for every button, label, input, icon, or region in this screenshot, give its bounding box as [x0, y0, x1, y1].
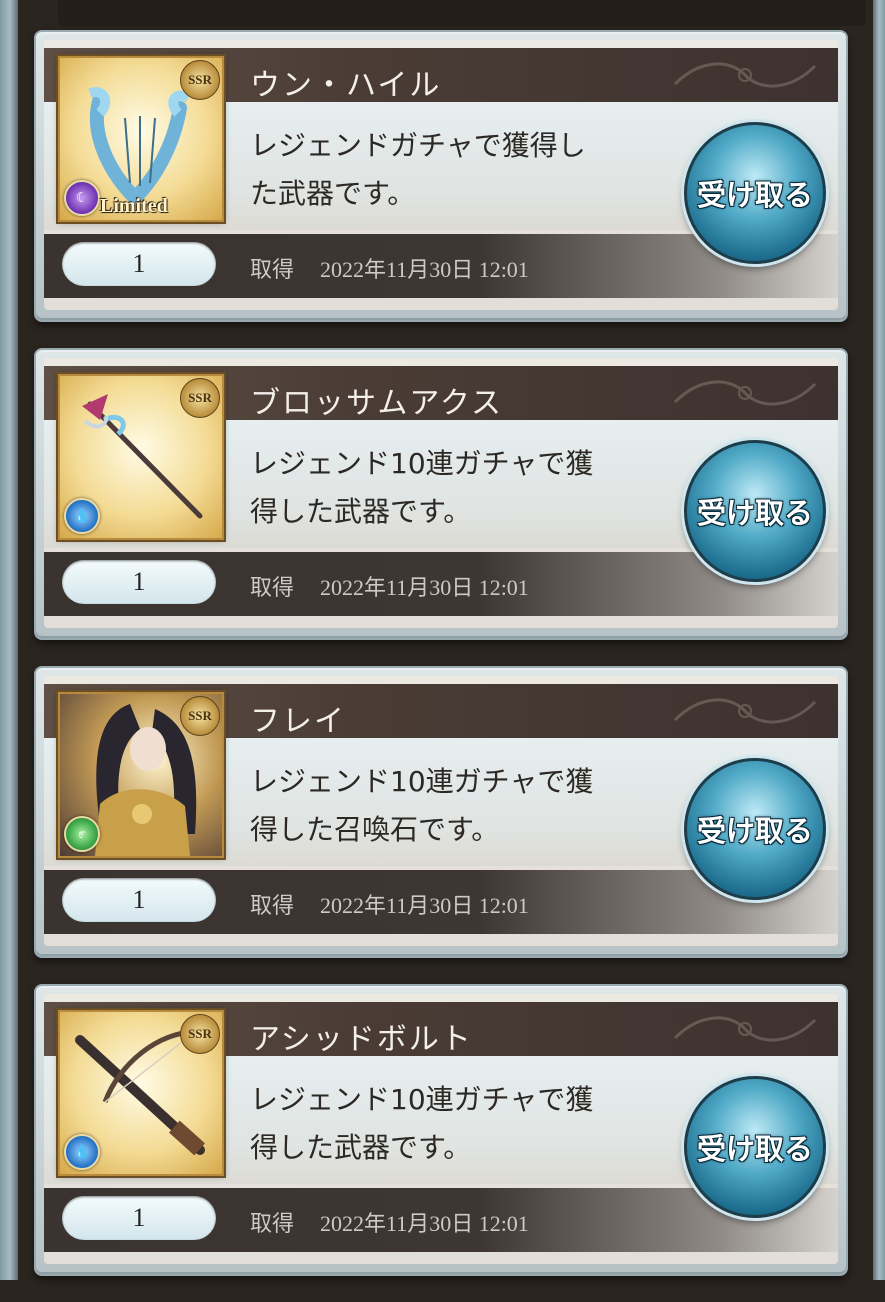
item-thumbnail: SSR ☾ Limited [58, 56, 224, 222]
item-description: レジェンド10連ガチャで獲 得した武器です。 [250, 440, 660, 536]
item-name: ブロッサムアクス [250, 386, 503, 421]
description-line-2: た武器です。 [250, 177, 416, 210]
ornament-icon [673, 698, 817, 724]
present-item-body: SSR ☾ Limited ウン・ハイル レジェンドガチャで獲得し た武器です。… [44, 40, 838, 310]
ssr-rarity-badge: SSR [180, 1014, 220, 1054]
present-list: SSR ☾ Limited ウン・ハイル レジェンドガチャで獲得し た武器です。… [34, 30, 850, 1302]
acquired-label: 取得 [250, 894, 295, 919]
ornament-icon [673, 380, 817, 406]
dark-element-icon: ☾ [64, 180, 100, 216]
acquired-label: 取得 [250, 258, 295, 283]
water-element-icon: 💧 [64, 1134, 100, 1170]
description-line-1: レジェンド10連ガチャで獲 [250, 1083, 594, 1116]
present-item: SSR 💧 ブロッサムアクス レジェンド10連ガチャで獲 得した武器です。 1 … [34, 348, 848, 640]
ssr-rarity-badge: SSR [180, 60, 220, 100]
acquired-info: 取得 2022年11月30日 12:01 [250, 570, 529, 602]
present-item: SSR ೯ フレイ レジェンド10連ガチャで獲 得した召喚石です。 1 取得 20… [34, 666, 848, 958]
acquired-info: 取得 2022年11月30日 12:01 [250, 1206, 529, 1238]
description-line-2: 得した召喚石です。 [250, 813, 500, 846]
acquired-label: 取得 [250, 576, 295, 601]
quantity-pill: 1 [62, 878, 216, 922]
acquired-info: 取得 2022年11月30日 12:01 [250, 888, 529, 920]
present-item-body: SSR ೯ フレイ レジェンド10連ガチャで獲 得した召喚石です。 1 取得 20… [44, 676, 838, 946]
left-frame-border [0, 0, 18, 1280]
acquired-date: 2022年11月30日 12:01 [320, 257, 529, 282]
quantity-pill: 1 [62, 242, 216, 286]
present-item: SSR ☾ Limited ウン・ハイル レジェンドガチャで獲得し た武器です。… [34, 30, 848, 322]
item-description: レジェンド10連ガチャで獲 得した武器です。 [250, 1076, 660, 1172]
present-item: SSR 💧 アシッドボルト レジェンド10連ガチャで獲 得した武器です。 1 取… [34, 984, 848, 1276]
acquired-date: 2022年11月30日 12:01 [320, 575, 529, 600]
description-line-1: レジェンド10連ガチャで獲 [250, 447, 594, 480]
acquired-date: 2022年11月30日 12:01 [320, 893, 529, 918]
item-description: レジェンドガチャで獲得し た武器です。 [250, 122, 660, 218]
quantity-pill: 1 [62, 1196, 216, 1240]
acquired-date: 2022年11月30日 12:01 [320, 1211, 529, 1236]
ornament-icon [673, 62, 817, 88]
receive-button[interactable]: 受け取る [684, 440, 826, 582]
present-item-body: SSR 💧 アシッドボルト レジェンド10連ガチャで獲 得した武器です。 1 取… [44, 994, 838, 1264]
description-line-1: レジェンドガチャで獲得し [250, 129, 586, 162]
receive-button[interactable]: 受け取る [684, 122, 826, 264]
present-item-body: SSR 💧 ブロッサムアクス レジェンド10連ガチャで獲 得した武器です。 1 … [44, 358, 838, 628]
ssr-rarity-badge: SSR [180, 696, 220, 736]
water-element-icon: 💧 [64, 498, 100, 534]
receive-button[interactable]: 受け取る [684, 758, 826, 900]
receive-button[interactable]: 受け取る [684, 1076, 826, 1218]
item-thumbnail: SSR 💧 [58, 1010, 224, 1176]
top-bar [58, 0, 866, 26]
wind-element-icon: ೯ [64, 816, 100, 852]
item-name: フレイ [250, 704, 346, 739]
item-description: レジェンド10連ガチャで獲 得した召喚石です。 [250, 758, 660, 854]
description-line-2: 得した武器です。 [250, 495, 472, 528]
ssr-rarity-badge: SSR [180, 378, 220, 418]
description-line-1: レジェンド10連ガチャで獲 [250, 765, 594, 798]
item-name: ウン・ハイル [250, 68, 442, 103]
right-frame-border [873, 0, 885, 1280]
item-name: アシッドボルト [250, 1022, 473, 1057]
item-thumbnail: SSR 💧 [58, 374, 224, 540]
description-line-2: 得した武器です。 [250, 1131, 472, 1164]
quantity-pill: 1 [62, 560, 216, 604]
acquired-label: 取得 [250, 1212, 295, 1237]
acquired-info: 取得 2022年11月30日 12:01 [250, 252, 529, 284]
limited-badge: Limited [100, 195, 168, 217]
ornament-icon [673, 1016, 817, 1042]
item-thumbnail: SSR ೯ [58, 692, 224, 858]
